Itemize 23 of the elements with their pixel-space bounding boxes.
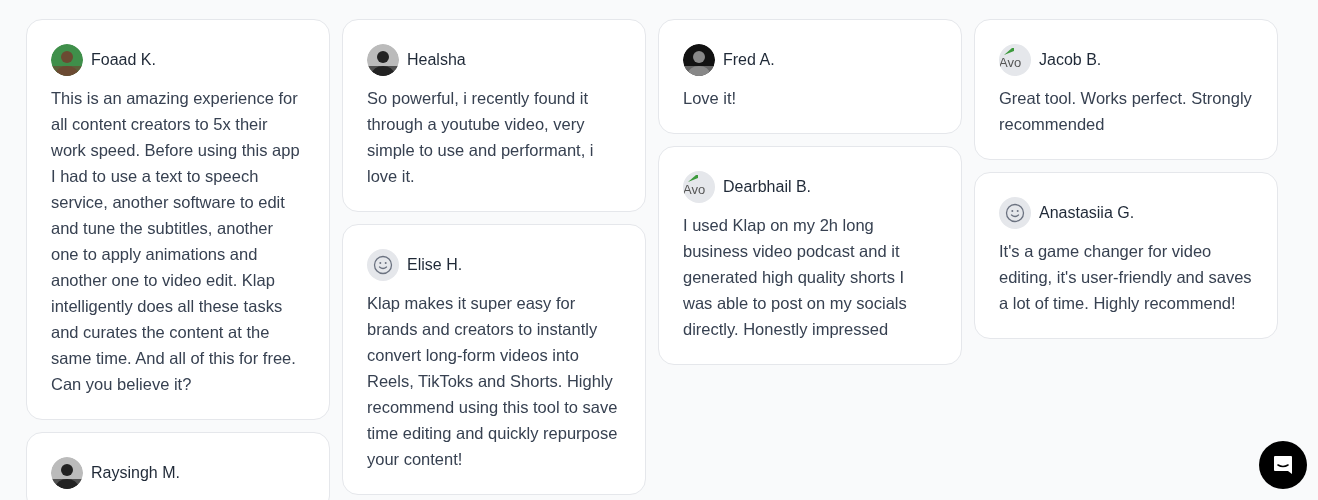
avatar-alt-text: Avo [999,56,1022,69]
author-name: Jacob B. [1039,50,1102,70]
avatar-alt-text: Avo [683,183,706,196]
broken-image-icon [687,173,699,183]
author-name: Anastasiia G. [1039,203,1135,223]
author-name: Elise H. [407,255,463,275]
review-text: I used Klap on my 2h long business video podcast and it generated high quality shorts I was able to post on my socials directly. Honestly impressed [683,215,908,340]
broken-image-icon [1003,46,1015,56]
review-text: It's a game changer for video editing, it's user-friendly and saves a lot of time. Highly recommend! [999,241,1253,314]
chat-button[interactable] [1259,441,1307,489]
smiley-icon [1005,203,1025,223]
author-name: Foaad K. [91,50,156,70]
review-text: So powerful, i recently found it through a youtube video, very simple to use and performant, i love it. [367,88,595,187]
smiley-icon [373,255,393,275]
review-text: This is an amazing experience for all content creators to 5x their work speed. Before using this app I had to use a text to speech service, another software to edit and tune the subtitles, another one to apply animations and another one to video edit. Klap intelligently does all these tasks and curates the content at the same time. And all of this for free. Can you believe it? [51,88,301,395]
review-text: Great tool. Works perfect. Strongly recommended [999,88,1253,135]
review-text: Klap makes it super easy for brands and creators to instantly convert long-form videos into Reels, TikToks and Shorts. Highly recommend using this tool to save time editing and quickly repurpose your content! [367,293,619,470]
author-name: Dearbhail B. [723,177,812,197]
author-name: Healsha [407,50,466,70]
chat-icon [1272,454,1294,476]
author-name: Fred A. [723,50,775,70]
review-text: Love it! [683,88,738,109]
author-name: Raysingh M. [91,463,180,483]
